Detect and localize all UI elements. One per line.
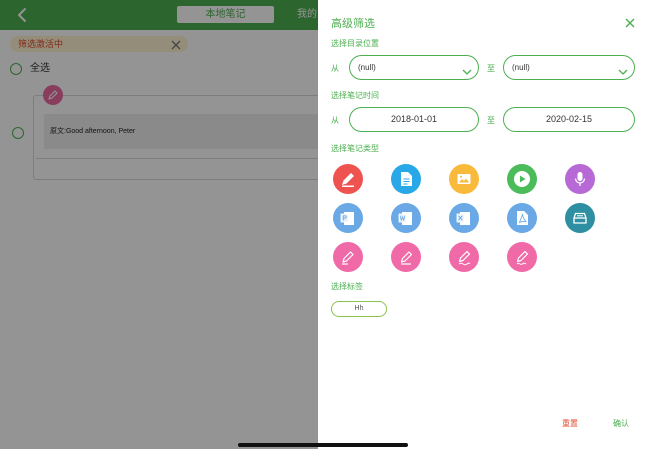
type-scan[interactable] [565,203,595,233]
word-icon [398,212,412,225]
type-image[interactable] [449,164,479,194]
directory-from-label: 从 [331,64,339,73]
start-date-field[interactable]: 2018-01-01 [349,107,479,132]
reset-button[interactable]: 重置 [562,418,578,429]
types-section-label: 选择笔记类型 [331,144,379,153]
type-document[interactable] [391,164,421,194]
tag-chip[interactable]: Hh [331,301,387,317]
time-from-label: 从 [331,116,339,125]
time-section-label: 选择笔记时间 [331,91,379,100]
directory-to-select[interactable]: (null) [503,55,635,80]
image-icon [457,174,471,184]
video-play-icon [514,171,530,187]
type-highlighter[interactable] [333,242,363,272]
scanner-icon [573,212,587,224]
handwriting-icon [458,250,471,266]
home-indicator[interactable] [238,443,408,447]
signature-pen-icon [516,250,529,265]
edit-note-icon [342,173,354,187]
pen-icon [400,251,413,265]
directory-from-value: (null) [358,63,376,72]
close-icon[interactable] [624,16,636,28]
type-signature[interactable] [507,242,537,272]
dim-overlay[interactable] [0,0,318,449]
document-icon [401,172,412,186]
pdf-icon [517,211,528,225]
highlighter-icon [342,251,354,265]
type-word[interactable] [391,203,421,233]
powerpoint-icon [340,212,354,225]
type-handwriting[interactable] [449,242,479,272]
directory-to-value: (null) [512,63,530,72]
end-date-field[interactable]: 2020-02-15 [503,107,635,132]
type-excel[interactable] [449,203,479,233]
directory-to-label: 至 [487,64,495,73]
excel-icon [456,212,470,225]
tags-section-label: 选择标签 [331,282,363,291]
panel-title: 高级筛选 [331,18,375,30]
confirm-button[interactable]: 确认 [613,418,629,429]
type-edit-note[interactable] [333,164,363,194]
type-pen[interactable] [391,242,421,272]
chevron-down-icon [618,63,628,81]
type-powerpoint[interactable] [333,203,363,233]
type-audio[interactable] [565,164,595,194]
advanced-filter-panel: 高级筛选 选择目录位置 从 (null) 至 (null) 选择笔记时间 从 2… [318,0,645,449]
microphone-icon [574,172,586,186]
directory-from-select[interactable]: (null) [349,55,479,80]
type-pdf[interactable] [507,203,537,233]
type-video[interactable] [507,164,537,194]
time-to-label: 至 [487,116,495,125]
directory-section-label: 选择目录位置 [331,39,379,48]
chevron-down-icon [462,63,472,81]
